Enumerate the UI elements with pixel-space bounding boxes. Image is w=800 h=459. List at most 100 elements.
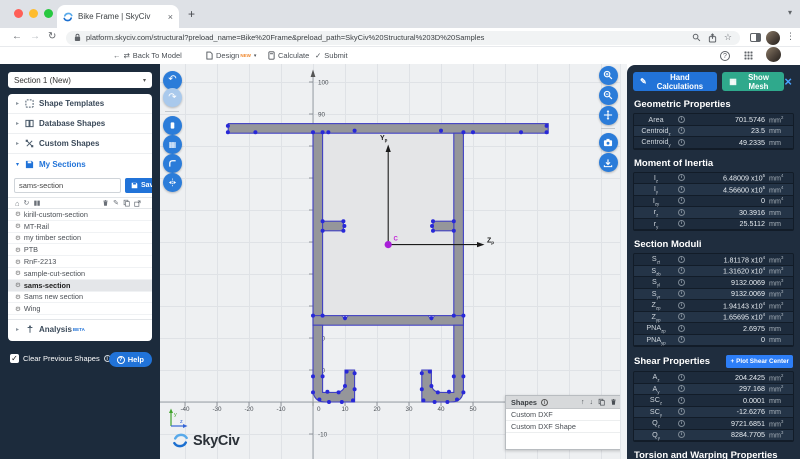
help-circle-icon[interactable]: ? xyxy=(720,49,730,62)
divider xyxy=(165,111,179,112)
canvas-scroll-strip[interactable] xyxy=(620,64,627,459)
apps-grid-icon[interactable] xyxy=(744,49,753,62)
home-icon[interactable]: ⌂ xyxy=(15,199,20,208)
accordion-my-sections[interactable]: ▾ My Sections xyxy=(8,154,152,174)
info-icon[interactable]: i xyxy=(678,336,685,343)
mesh-grid-button[interactable]: ▦ xyxy=(163,135,182,154)
duplicate-icon[interactable] xyxy=(598,398,605,406)
expand-icon[interactable] xyxy=(134,200,141,207)
share-icon[interactable] xyxy=(708,33,717,43)
back-to-model-button[interactable]: ← ⇄ Back To Model xyxy=(113,49,182,62)
info-icon[interactable]: i xyxy=(678,174,685,181)
shape-list-item[interactable]: Custom DXF xyxy=(506,409,620,421)
close-panel-icon[interactable]: × xyxy=(784,75,792,88)
info-icon[interactable]: i xyxy=(678,186,685,193)
property-unit: mm2 xyxy=(769,115,793,124)
browser-menu-icon[interactable]: ⋮ xyxy=(786,31,795,42)
address-bar[interactable]: platform.skyciv.com/structural?preload_n… xyxy=(66,31,740,45)
info-icon[interactable]: i xyxy=(541,399,548,406)
undo-button[interactable]: ↶ xyxy=(163,71,182,90)
show-mesh-button[interactable]: ▦ Show Mesh xyxy=(722,72,784,91)
zoom-out-button[interactable] xyxy=(599,86,618,105)
accordion-database-shapes[interactable]: ▸ Database Shapes xyxy=(8,114,152,134)
section-canvas[interactable]: -40-30-20-100102030405010090807060504030… xyxy=(160,64,620,459)
clear-previous-checkbox[interactable]: ✓ xyxy=(10,354,19,363)
info-icon[interactable]: i xyxy=(678,431,685,438)
shape-list-item[interactable]: Custom DXF Shape xyxy=(506,421,620,433)
library-icon[interactable] xyxy=(33,199,41,207)
save-button[interactable]: Save xyxy=(125,178,152,193)
info-icon[interactable]: i xyxy=(678,279,685,286)
info-icon[interactable]: i xyxy=(678,139,685,146)
submit-button[interactable]: ✓ Submit xyxy=(315,49,348,62)
my-section-list-item[interactable]: ⚙ Wing xyxy=(8,303,152,315)
info-icon[interactable]: i xyxy=(678,267,685,274)
tab-search-chevron-icon[interactable]: ▾ xyxy=(788,8,792,17)
tab-close-icon[interactable]: × xyxy=(168,12,173,22)
refresh-icon[interactable]: ↻ xyxy=(24,199,30,207)
download-button[interactable] xyxy=(599,153,618,172)
save-disk-icon xyxy=(24,160,35,169)
my-section-list-item[interactable]: ⚙ sams-section xyxy=(8,280,152,292)
centroid-marker[interactable] xyxy=(385,241,392,248)
accordion-shape-templates[interactable]: ▸ Shape Templates xyxy=(8,94,152,114)
section-name-input[interactable] xyxy=(14,178,121,193)
search-icon[interactable] xyxy=(692,33,701,42)
bookmark-star-icon[interactable]: ☆ xyxy=(724,32,732,43)
info-icon[interactable]: i xyxy=(678,290,685,297)
browser-profile-avatar[interactable] xyxy=(766,31,780,45)
section-select-dropdown[interactable]: Section 1 (New) ▾ xyxy=(8,72,152,88)
info-icon[interactable]: i xyxy=(678,325,685,332)
info-icon[interactable]: i xyxy=(678,197,685,204)
info-icon[interactable]: i xyxy=(678,209,685,216)
close-window-button[interactable] xyxy=(14,9,23,18)
fillet-corner-button[interactable] xyxy=(163,154,182,173)
redo-button[interactable]: ↷ xyxy=(163,88,182,107)
move-down-icon[interactable]: ↓ xyxy=(590,399,594,406)
move-up-icon[interactable]: ↑ xyxy=(581,399,585,406)
mirror-button[interactable] xyxy=(163,173,182,192)
my-section-list-item[interactable]: ⚙ PTB xyxy=(8,244,152,256)
info-icon[interactable]: i xyxy=(678,220,685,227)
help-button[interactable]: ? Help xyxy=(109,352,152,367)
minimize-window-button[interactable] xyxy=(29,9,38,18)
my-section-list-item[interactable]: ⚙ kirill-custom-section xyxy=(8,209,152,221)
my-section-list-item[interactable]: ⚙ RnF-2213 xyxy=(8,256,152,268)
accordion-custom-shapes[interactable]: ▸ Custom Shapes xyxy=(8,134,152,154)
browser-tab[interactable]: Bike Frame | SkyCiv × xyxy=(57,5,179,28)
app-profile-avatar[interactable] xyxy=(766,47,781,62)
refresh-icon[interactable]: ↻ xyxy=(48,31,56,42)
info-icon[interactable]: i xyxy=(678,127,685,134)
info-icon[interactable]: i xyxy=(678,420,685,427)
new-tab-button[interactable]: + xyxy=(188,8,195,20)
maximize-window-button[interactable] xyxy=(44,9,53,18)
back-icon[interactable]: ← xyxy=(12,31,22,42)
edit-pencil-icon[interactable]: ✎ xyxy=(113,199,119,207)
hand-calculations-button[interactable]: ✎ Hand Calculations xyxy=(633,72,717,91)
my-section-list-item[interactable]: ⚙ my timber section xyxy=(8,233,152,245)
info-icon[interactable]: i xyxy=(678,116,685,123)
zoom-in-button[interactable] xyxy=(599,66,618,85)
info-icon[interactable]: i xyxy=(678,385,685,392)
info-icon[interactable]: i xyxy=(678,256,685,263)
my-section-list-item[interactable]: ⚙ sample-cut-section xyxy=(8,268,152,280)
design-menu-button[interactable]: DesignNEW ▾ xyxy=(206,49,256,62)
info-icon[interactable]: i xyxy=(678,408,685,415)
copy-icon[interactable] xyxy=(123,199,130,207)
trash-icon[interactable] xyxy=(102,199,109,207)
forward-icon[interactable]: → xyxy=(30,31,40,42)
info-icon[interactable]: i xyxy=(678,397,685,404)
eraser-button[interactable] xyxy=(163,116,182,135)
calculate-button[interactable]: Calculate xyxy=(268,49,309,62)
side-panel-icon[interactable] xyxy=(750,33,761,42)
screenshot-camera-button[interactable] xyxy=(599,133,618,152)
plot-shear-center-button[interactable]: + Plot Shear Center xyxy=(726,355,793,368)
info-icon[interactable]: i xyxy=(678,374,685,381)
pan-button[interactable] xyxy=(599,106,618,125)
trash-icon[interactable] xyxy=(610,398,617,406)
accordion-analysis[interactable]: ▸ AnalysisBETA xyxy=(8,319,152,339)
my-section-list-item[interactable]: ⚙ MT-Rail xyxy=(8,221,152,233)
info-icon[interactable]: i xyxy=(678,313,685,320)
info-icon[interactable]: i xyxy=(678,302,685,309)
my-section-list-item[interactable]: ⚙ Sams new section xyxy=(8,292,152,304)
